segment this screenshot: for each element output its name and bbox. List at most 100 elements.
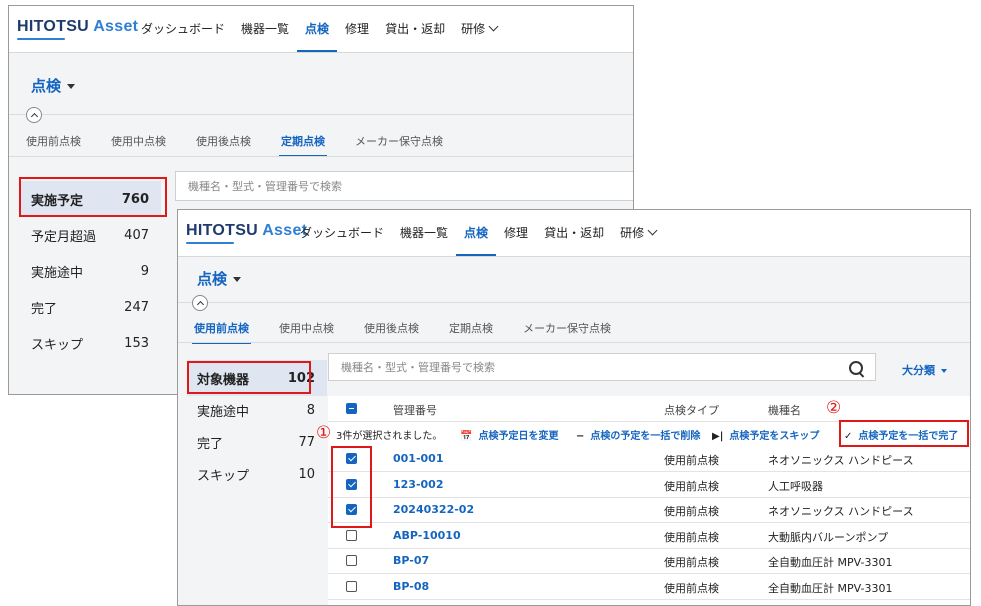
- tab-1[interactable]: 使用中点検: [279, 320, 334, 344]
- nav-item-1[interactable]: 機器一覧: [392, 210, 456, 256]
- inspection-type: 使用前点検: [664, 454, 719, 467]
- skip-button[interactable]: ▶| 点検予定をスキップ: [712, 427, 819, 442]
- nav-item-0[interactable]: ダッシュボード: [133, 6, 233, 52]
- table-row[interactable]: ABP-10010 使用前点検 大動脈内バルーンポンプ: [328, 523, 970, 549]
- column-header[interactable]: 点検タイプ: [664, 402, 719, 418]
- caret-down-icon: [233, 277, 242, 282]
- tab-3[interactable]: 定期点検: [449, 320, 493, 344]
- row-checkbox[interactable]: [346, 529, 357, 541]
- nav-item-2[interactable]: 点検: [297, 6, 338, 52]
- table-row[interactable]: BP-08 使用前点検 全自動血圧計 MPV-3301: [328, 574, 970, 600]
- category-filter[interactable]: 大分類: [902, 362, 947, 378]
- select-all-checkbox[interactable]: [346, 403, 357, 414]
- tab-2[interactable]: 使用後点検: [196, 133, 251, 157]
- sidebar-item-count: 760: [121, 191, 149, 207]
- top-navigation: HITOTSU Asset ダッシュボード 機器一覧 点検 修理 貸出・返却 研修: [178, 210, 970, 257]
- sidebar-item-count: 77: [298, 434, 315, 450]
- management-number-link[interactable]: BP-07: [393, 554, 429, 567]
- sidebar-item-label: スキップ: [31, 337, 84, 353]
- tab-0[interactable]: 使用前点検: [192, 320, 251, 344]
- tab-2[interactable]: 使用後点検: [364, 320, 419, 344]
- main-nav: ダッシュボード 機器一覧 点検 修理 貸出・返却 研修: [133, 6, 505, 52]
- callout-number: ①: [316, 423, 332, 443]
- tab-3[interactable]: 定期点検: [279, 133, 327, 157]
- bulk-complete-button[interactable]: ✓ 点検予定を一括で完了: [844, 427, 958, 442]
- change-date-button[interactable]: 📅 点検予定日を変更: [460, 427, 558, 442]
- tab-4[interactable]: メーカー保守点検: [523, 320, 611, 344]
- search-box[interactable]: [175, 171, 633, 201]
- sidebar-item-label: 完了: [197, 436, 224, 452]
- nav-item-1[interactable]: 機器一覧: [233, 6, 297, 52]
- column-header[interactable]: 管理番号: [393, 402, 437, 418]
- table-row[interactable]: 123-002 使用前点検 人工呼吸器: [328, 472, 970, 498]
- search-icon[interactable]: [849, 361, 863, 375]
- nav-item-3[interactable]: 修理: [337, 6, 377, 52]
- sidebar-item[interactable]: 対象機器 102: [187, 360, 327, 396]
- sidebar-item[interactable]: 実施途中 9: [21, 253, 161, 289]
- logo[interactable]: HITOTSU Asset: [17, 18, 138, 40]
- management-number-link[interactable]: 123-002: [393, 478, 444, 491]
- table-row[interactable]: 20240322-02 使用前点検 ネオソニックス ハンドピース: [328, 497, 970, 524]
- sidebar-item[interactable]: 完了 77: [187, 424, 327, 460]
- action-icon: 📅: [460, 431, 473, 442]
- row-checkbox[interactable]: [346, 504, 357, 516]
- logo[interactable]: HITOTSU Asset: [186, 222, 307, 244]
- nav-item-5[interactable]: 研修: [612, 210, 664, 256]
- table-row[interactable]: 001-001 使用前点検 ネオソニックス ハンドピース: [328, 446, 970, 472]
- sidebar-item[interactable]: 実施途中 8: [187, 392, 327, 428]
- top-navigation: HITOTSU Asset ダッシュボード 機器一覧 点検 修理 貸出・返却 研修: [9, 6, 633, 53]
- inspection-type: 使用前点検: [664, 582, 719, 595]
- sidebar-item-count: 10: [298, 466, 315, 482]
- search-box[interactable]: [328, 353, 876, 381]
- search-input[interactable]: [339, 359, 743, 375]
- inspection-type: 使用前点検: [664, 479, 719, 493]
- tab-0[interactable]: 使用前点検: [26, 133, 81, 157]
- bulk-action-bar: 3件が選択されました。 📅 点検予定日を変更 − 点検の予定を一括で削除 ▶| 点検予定をス…: [328, 421, 970, 445]
- nav-item-2[interactable]: 点検: [456, 210, 497, 256]
- nav-item-5[interactable]: 研修: [453, 6, 505, 52]
- sidebar-item-label: 対象機器: [197, 372, 250, 388]
- equipment-table: 管理番号 点検タイプ 機種名 3件が選択されました。 📅 点検予定日を変更 − 点検の予定を一…: [328, 396, 970, 605]
- sidebar-item-count: 102: [287, 370, 315, 386]
- action-icon: ✓: [844, 431, 853, 442]
- sidebar-item[interactable]: 実施予定 760: [21, 181, 161, 217]
- nav-item-4[interactable]: 貸出・返却: [536, 210, 612, 256]
- column-header[interactable]: 機種名: [768, 402, 801, 418]
- management-number-link[interactable]: 20240322-02: [393, 503, 474, 516]
- sidebar-item-label: 実施途中: [197, 404, 250, 420]
- row-checkbox[interactable]: [346, 453, 357, 464]
- sidebar-item-count: 153: [124, 335, 149, 351]
- sidebar-item[interactable]: 予定月超過 407: [21, 217, 161, 253]
- sidebar-item-label: 実施途中: [31, 265, 84, 281]
- chevron-down-icon: [488, 21, 499, 32]
- sidebar-item-label: 実施予定: [31, 193, 84, 209]
- row-checkbox[interactable]: [346, 581, 357, 592]
- nav-item-4[interactable]: 貸出・返却: [377, 6, 453, 52]
- sidebar-item-label: 予定月超過: [31, 229, 97, 245]
- sidebar-item[interactable]: スキップ 10: [187, 456, 327, 492]
- management-number-link[interactable]: ABP-10010: [393, 529, 461, 542]
- sidebar-item[interactable]: 完了 247: [21, 289, 161, 325]
- sidebar-item-count: 247: [124, 299, 149, 315]
- table-row[interactable]: BP-07 使用前点検 全自動血圧計 MPV-3301: [328, 548, 970, 575]
- management-number-link[interactable]: 001-001: [393, 452, 444, 465]
- model-name: 全自動血圧計 MPV-3301: [768, 582, 893, 595]
- collapse-icon[interactable]: [26, 107, 42, 123]
- sidebar-item[interactable]: スキップ 153: [21, 325, 161, 361]
- row-checkbox[interactable]: [346, 478, 357, 490]
- tab-4[interactable]: メーカー保守点検: [355, 133, 443, 157]
- tab-1[interactable]: 使用中点検: [111, 133, 166, 157]
- page-title[interactable]: 点検: [197, 268, 242, 289]
- inspection-type: 使用前点検: [664, 530, 719, 544]
- search-input[interactable]: [186, 178, 590, 194]
- model-name: 人工呼吸器: [768, 479, 823, 493]
- row-checkbox[interactable]: [346, 555, 357, 567]
- management-number-link[interactable]: BP-08: [393, 580, 429, 593]
- bulk-delete-button[interactable]: − 点検の予定を一括で削除: [576, 427, 700, 442]
- caret-down-icon: [67, 84, 76, 89]
- page-title[interactable]: 点検: [31, 75, 76, 96]
- collapse-icon[interactable]: [192, 295, 208, 311]
- nav-item-0[interactable]: ダッシュボード: [292, 210, 392, 256]
- nav-item-3[interactable]: 修理: [496, 210, 536, 256]
- inspection-tabs: 使用前点検 使用中点検 使用後点検 定期点検 メーカー保守点検: [192, 320, 641, 344]
